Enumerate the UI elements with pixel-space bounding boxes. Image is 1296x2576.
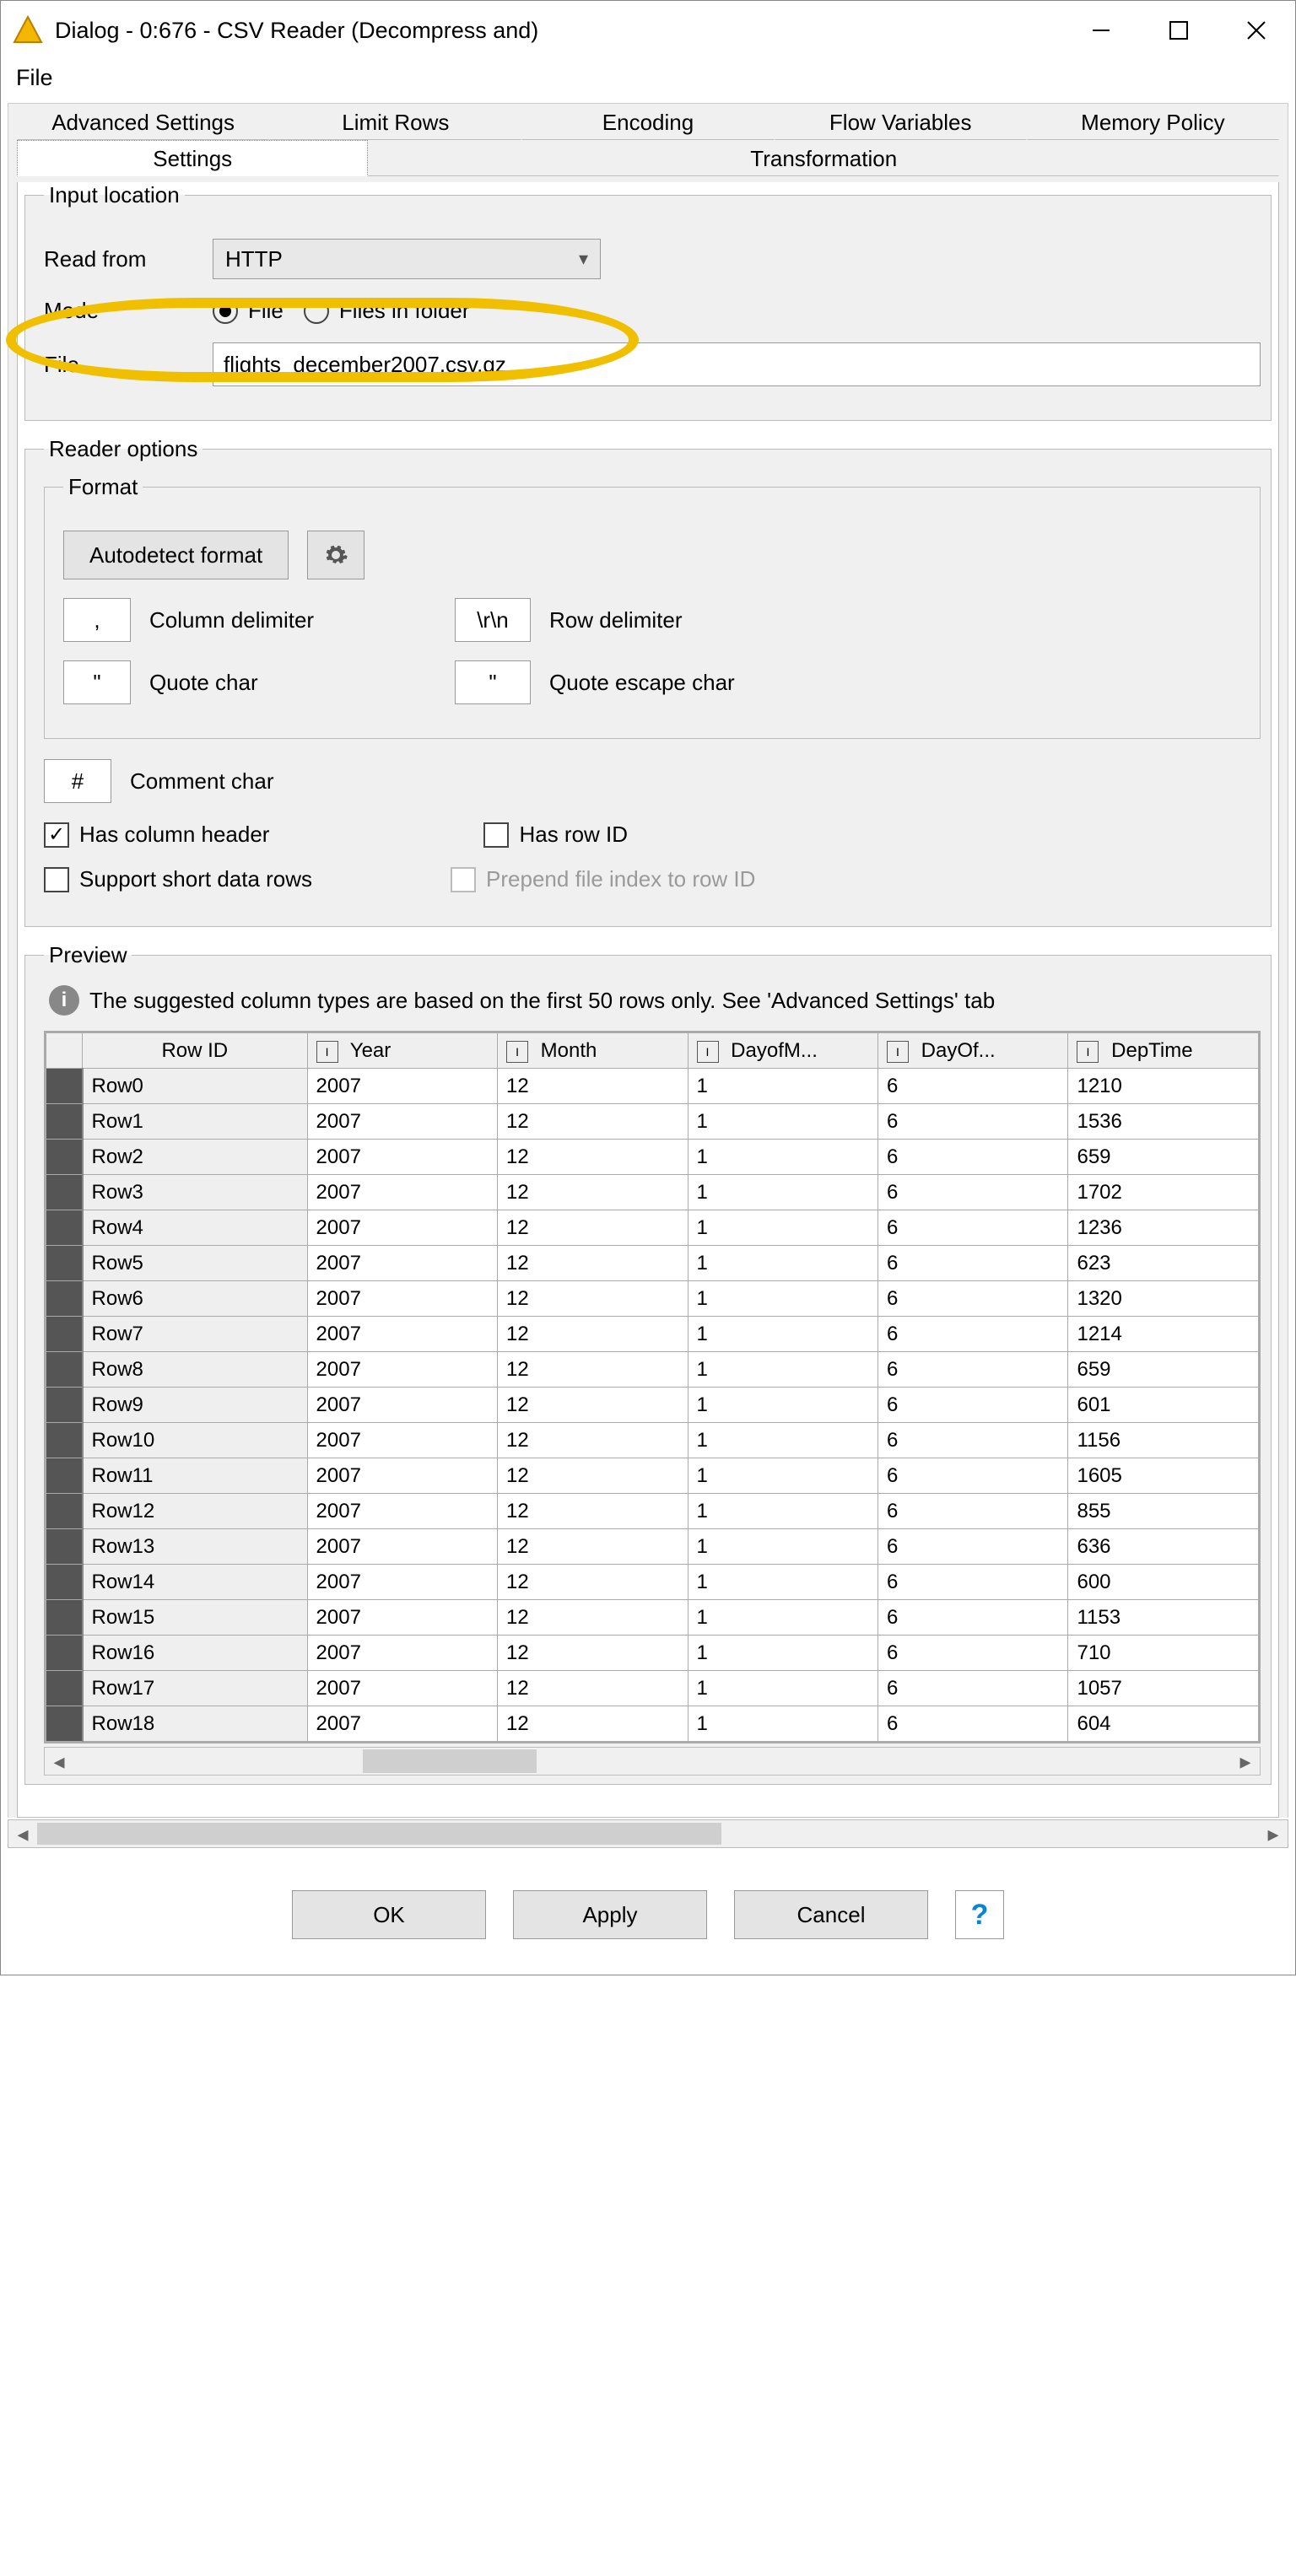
col-header[interactable]: I Year [307, 1033, 497, 1069]
apply-button[interactable]: Apply [513, 1890, 707, 1939]
col-header[interactable]: I DepTime [1068, 1033, 1259, 1069]
tab-flow-variables[interactable]: Flow Variables [775, 104, 1027, 140]
table-row[interactable]: Row220071216659 [46, 1140, 1259, 1175]
col-header[interactable]: Row ID [83, 1033, 307, 1069]
tab-memory-policy[interactable]: Memory Policy [1027, 104, 1279, 140]
datatype-icon: I [887, 1041, 909, 1063]
check-has-rowid[interactable]: Has row ID [483, 822, 628, 848]
file-input[interactable]: flights_december2007.csv.gz [213, 342, 1261, 386]
legend-preview: Preview [44, 942, 132, 968]
label-mode: Mode [44, 298, 213, 324]
read-from-select[interactable]: HTTP ▾ [213, 239, 601, 279]
table-row[interactable]: Row15200712161153 [46, 1600, 1259, 1636]
radio-mode-files-in-folder[interactable]: Files in folder [304, 298, 470, 324]
table-row[interactable]: Row1320071216636 [46, 1529, 1259, 1565]
table-row[interactable]: Row7200712161214 [46, 1317, 1259, 1352]
cancel-button[interactable]: Cancel [734, 1890, 928, 1939]
check-prepend-index: Prepend file index to row ID [451, 866, 755, 892]
check-support-short[interactable]: Support short data rows [44, 866, 312, 892]
titlebar: Dialog - 0:676 - CSV Reader (Decompress … [1, 1, 1295, 60]
legend-input-location: Input location [44, 182, 185, 208]
table-row[interactable]: Row1820071216604 [46, 1706, 1259, 1742]
table-row[interactable]: Row1420071216600 [46, 1565, 1259, 1600]
label-row-delim: Row delimiter [549, 607, 683, 633]
scroll-left-icon[interactable]: ◂ [45, 1749, 73, 1775]
preview-note-text: The suggested column types are based on … [89, 988, 995, 1014]
ok-button[interactable]: OK [292, 1890, 486, 1939]
fieldset-reader-options: Reader options Format Autodetect format … [24, 436, 1272, 927]
label-file: File [44, 352, 213, 378]
radio-mode-file[interactable]: File [213, 298, 284, 324]
preview-table[interactable]: Row IDI YearI MonthI DayofM...I DayOf...… [44, 1031, 1261, 1743]
datatype-icon: I [506, 1041, 528, 1063]
label-quote-esc: Quote escape char [549, 670, 735, 696]
label-quote: Quote char [149, 670, 436, 696]
table-row[interactable]: Row920071216601 [46, 1388, 1259, 1423]
datatype-icon: I [316, 1041, 338, 1063]
table-row[interactable]: Row1220071216855 [46, 1494, 1259, 1529]
tab-transformation[interactable]: Transformation [368, 140, 1279, 176]
col-header[interactable]: I DayOf... [878, 1033, 1067, 1069]
table-row[interactable]: Row1620071216710 [46, 1636, 1259, 1671]
scroll-right-icon[interactable]: ▸ [1231, 1749, 1260, 1775]
autodetect-button[interactable]: Autodetect format [63, 531, 289, 579]
datatype-icon: I [697, 1041, 719, 1063]
maximize-button[interactable] [1140, 1, 1218, 60]
app-icon [13, 15, 43, 46]
table-row[interactable]: Row520071216623 [46, 1246, 1259, 1281]
read-from-value: HTTP [225, 246, 283, 272]
table-row[interactable]: Row0200712161210 [46, 1069, 1259, 1104]
fieldset-format: Format Autodetect format , Column delimi… [44, 474, 1261, 739]
col-header[interactable]: I DayofM... [688, 1033, 878, 1069]
col-header[interactable]: I Month [498, 1033, 688, 1069]
scroll-right-icon[interactable]: ▸ [1259, 1821, 1288, 1847]
help-button[interactable]: ? [955, 1890, 1004, 1939]
tab-advanced-settings[interactable]: Advanced Settings [17, 104, 269, 140]
label-comment: Comment char [130, 768, 274, 795]
table-row[interactable]: Row10200712161156 [46, 1423, 1259, 1458]
label-col-delim: Column delimiter [149, 607, 436, 633]
table-row[interactable]: Row17200712161057 [46, 1671, 1259, 1706]
table-row[interactable]: Row6200712161320 [46, 1281, 1259, 1317]
menu-file[interactable]: File [16, 65, 53, 90]
window-title: Dialog - 0:676 - CSV Reader (Decompress … [55, 18, 1062, 44]
col-rowmark [46, 1033, 83, 1069]
autodetect-settings-button[interactable] [307, 531, 364, 579]
minimize-button[interactable] [1062, 1, 1140, 60]
datatype-icon: I [1077, 1041, 1099, 1063]
col-delim-input[interactable]: , [63, 598, 131, 642]
panel-h-scrollbar[interactable]: ◂ ▸ [8, 1819, 1288, 1848]
tab-encoding[interactable]: Encoding [521, 104, 774, 140]
tab-settings[interactable]: Settings [17, 140, 368, 176]
check-has-header[interactable]: ✓Has column header [44, 822, 269, 848]
quote-input[interactable]: " [63, 660, 131, 704]
fieldset-input-location: Input location Read from HTTP ▾ Mode Fil… [24, 182, 1272, 421]
tab-limit-rows[interactable]: Limit Rows [269, 104, 521, 140]
legend-reader-options: Reader options [44, 436, 202, 462]
scroll-left-icon[interactable]: ◂ [8, 1821, 37, 1847]
comment-input[interactable]: # [44, 759, 111, 803]
table-row[interactable]: Row1200712161536 [46, 1104, 1259, 1140]
quote-esc-input[interactable]: " [455, 660, 531, 704]
info-icon: i [49, 985, 79, 1016]
row-delim-input[interactable]: \r\n [455, 598, 531, 642]
gear-icon [323, 542, 348, 568]
label-read-from: Read from [44, 246, 213, 272]
close-button[interactable] [1218, 1, 1295, 60]
table-row[interactable]: Row11200712161605 [46, 1458, 1259, 1494]
table-row[interactable]: Row4200712161236 [46, 1210, 1259, 1246]
chevron-down-icon: ▾ [579, 248, 588, 270]
table-row[interactable]: Row820071216659 [46, 1352, 1259, 1388]
table-row[interactable]: Row3200712161702 [46, 1175, 1259, 1210]
fieldset-preview: Preview i The suggested column types are… [24, 942, 1272, 1785]
legend-format: Format [63, 474, 143, 500]
preview-h-scrollbar[interactable]: ◂ ▸ [44, 1747, 1261, 1776]
